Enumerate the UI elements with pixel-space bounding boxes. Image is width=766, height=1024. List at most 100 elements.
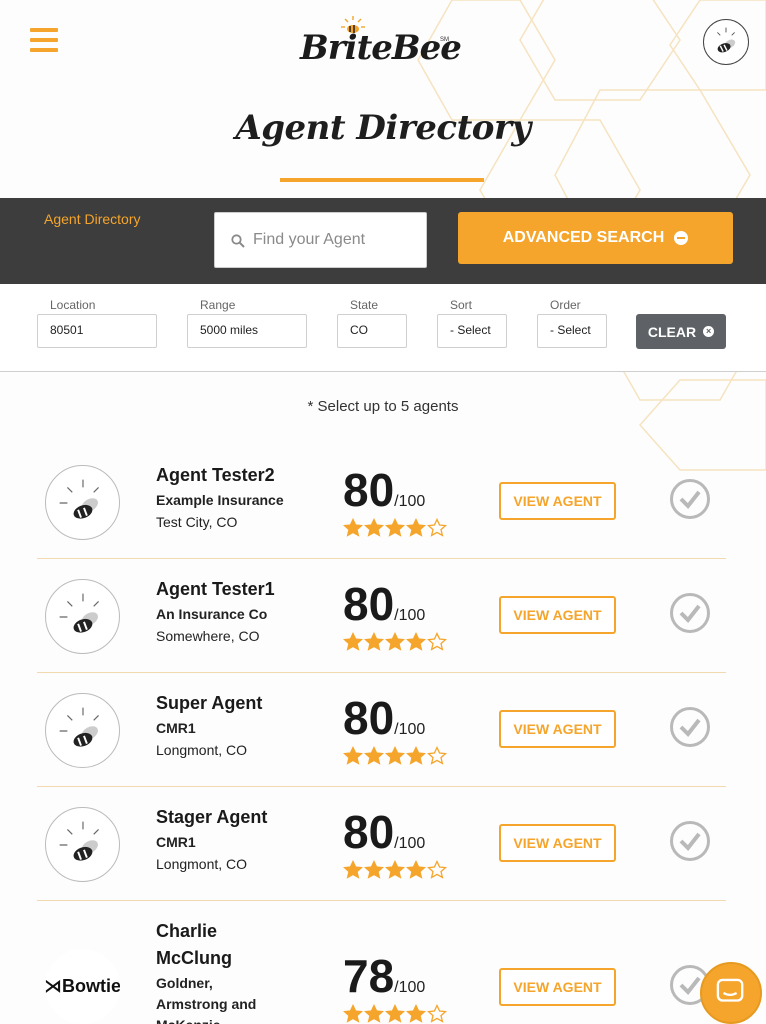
star-filled-icon [406, 1004, 426, 1023]
star-filled-icon [343, 632, 363, 651]
star-filled-icon [364, 518, 384, 537]
agent-score: 78/100 [343, 953, 425, 999]
state-field[interactable]: CO [337, 314, 407, 348]
agent-name-line2[interactable]: McClung [156, 945, 232, 972]
search-icon [231, 234, 245, 248]
star-empty-icon [427, 860, 447, 879]
range-label: Range [200, 298, 236, 312]
agent-avatar[interactable] [45, 693, 120, 768]
star-filled-icon [364, 746, 384, 765]
agent-search-input[interactable] [253, 225, 421, 255]
order-select[interactable]: - Select [537, 314, 607, 348]
select-note: * Select up to 5 agents [307, 398, 459, 415]
bee-avatar-icon [59, 707, 99, 747]
agent-company: CMR1 [156, 834, 196, 850]
agent-row: Agent Tester2 Example Insurance Test Cit… [37, 445, 726, 559]
chat-bubble-icon [716, 978, 744, 1002]
advanced-search-button[interactable]: ADVANCED SEARCH [458, 212, 733, 264]
agent-search-box[interactable] [214, 212, 427, 268]
minus-circle-icon [674, 231, 689, 245]
star-filled-icon [364, 860, 384, 879]
score-value: 80 [343, 692, 395, 744]
bee-avatar-icon [59, 821, 99, 861]
star-filled-icon [406, 746, 426, 765]
agent-name[interactable]: Super Agent [156, 690, 262, 717]
agent-name[interactable]: Agent Tester2 [156, 462, 275, 489]
star-filled-icon [385, 632, 405, 651]
star-rating [343, 860, 447, 879]
score-value: 80 [343, 464, 395, 516]
star-filled-icon [385, 746, 405, 765]
logo-service-mark: SM [440, 37, 449, 43]
star-filled-icon [385, 860, 405, 879]
agent-company: Example Insurance [156, 492, 284, 508]
bee-avatar-icon [717, 27, 736, 53]
select-agent-check-icon[interactable] [669, 706, 711, 748]
agent-avatar[interactable] [45, 579, 120, 654]
section-label[interactable]: Agent Directory [44, 211, 140, 227]
agent-name[interactable]: Stager Agent [156, 804, 267, 831]
agent-score: 80/100 [343, 581, 425, 627]
agent-company-line2: Armstrong and [156, 996, 257, 1012]
filter-row: Location 80501 Range 5000 miles State CO… [0, 284, 766, 372]
agent-avatar[interactable] [45, 807, 120, 882]
star-filled-icon [406, 518, 426, 537]
hamburger-menu-icon[interactable] [30, 28, 58, 54]
agent-row: Super Agent CMR1 Longmont, CO 80/100 VIE… [37, 673, 726, 787]
agent-score: 80/100 [343, 809, 425, 855]
agent-name-line1[interactable]: Charlie [156, 918, 217, 945]
star-filled-icon [406, 632, 426, 651]
range-field[interactable]: 5000 miles [187, 314, 307, 348]
score-value: 78 [343, 950, 395, 1002]
star-filled-icon [343, 1004, 363, 1023]
star-filled-icon [385, 1004, 405, 1023]
location-field[interactable]: 80501 [37, 314, 157, 348]
star-filled-icon [385, 518, 405, 537]
select-agent-check-icon[interactable] [669, 820, 711, 862]
agent-name[interactable]: Agent Tester1 [156, 576, 275, 603]
agent-avatar[interactable]: ⋊Bowtie [45, 949, 120, 1024]
agent-row: Agent Tester1 An Insurance Co Somewhere,… [37, 559, 726, 673]
agent-company-line1: Goldner, [156, 975, 213, 991]
state-label: State [350, 298, 379, 312]
select-agent-check-icon[interactable] [669, 592, 711, 634]
star-rating [343, 518, 447, 537]
bee-avatar-icon [59, 479, 99, 519]
view-agent-button[interactable]: VIEW AGENT [499, 968, 616, 1006]
chat-launcher[interactable] [700, 962, 762, 1024]
agent-row: Stager Agent CMR1 Longmont, CO 80/100 VI… [37, 787, 726, 901]
star-rating [343, 1004, 447, 1023]
score-max: /100 [394, 607, 426, 624]
agent-location: Test City, CO [156, 514, 238, 530]
logo-wordmark: BriteBee [300, 28, 462, 68]
close-circle-icon: × [703, 326, 715, 337]
britebee-logo[interactable]: BriteBee SM [300, 16, 462, 72]
view-agent-button[interactable]: VIEW AGENT [499, 482, 616, 520]
star-filled-icon [343, 860, 363, 879]
page-title: Agent Directory [235, 108, 531, 148]
agent-company-line3: McKenzie [156, 1015, 221, 1024]
profile-avatar[interactable] [703, 19, 749, 65]
agent-location: Longmont, CO [156, 856, 248, 872]
view-agent-button[interactable]: VIEW AGENT [499, 710, 616, 748]
bee-avatar-icon [59, 593, 99, 633]
top-bar: BriteBee SM [0, 0, 766, 84]
view-agent-button[interactable]: VIEW AGENT [499, 824, 616, 862]
score-max: /100 [394, 493, 426, 510]
star-filled-icon [364, 632, 384, 651]
agent-row: ⋊Bowtie Charlie McClung Goldner, Armstro… [37, 901, 726, 1024]
sort-label: Sort [450, 298, 473, 312]
clear-button[interactable]: CLEAR × [636, 314, 726, 349]
select-agent-check-icon[interactable] [669, 478, 711, 520]
title-underline [280, 178, 484, 182]
sort-select[interactable]: - Select [437, 314, 507, 348]
star-rating [343, 632, 447, 651]
score-max: /100 [394, 979, 426, 996]
star-empty-icon [427, 1004, 447, 1023]
star-empty-icon [427, 746, 447, 765]
agent-avatar[interactable] [45, 465, 120, 540]
star-filled-icon [406, 860, 426, 879]
agent-score: 80/100 [343, 695, 425, 741]
score-value: 80 [343, 806, 395, 858]
view-agent-button[interactable]: VIEW AGENT [499, 596, 616, 634]
